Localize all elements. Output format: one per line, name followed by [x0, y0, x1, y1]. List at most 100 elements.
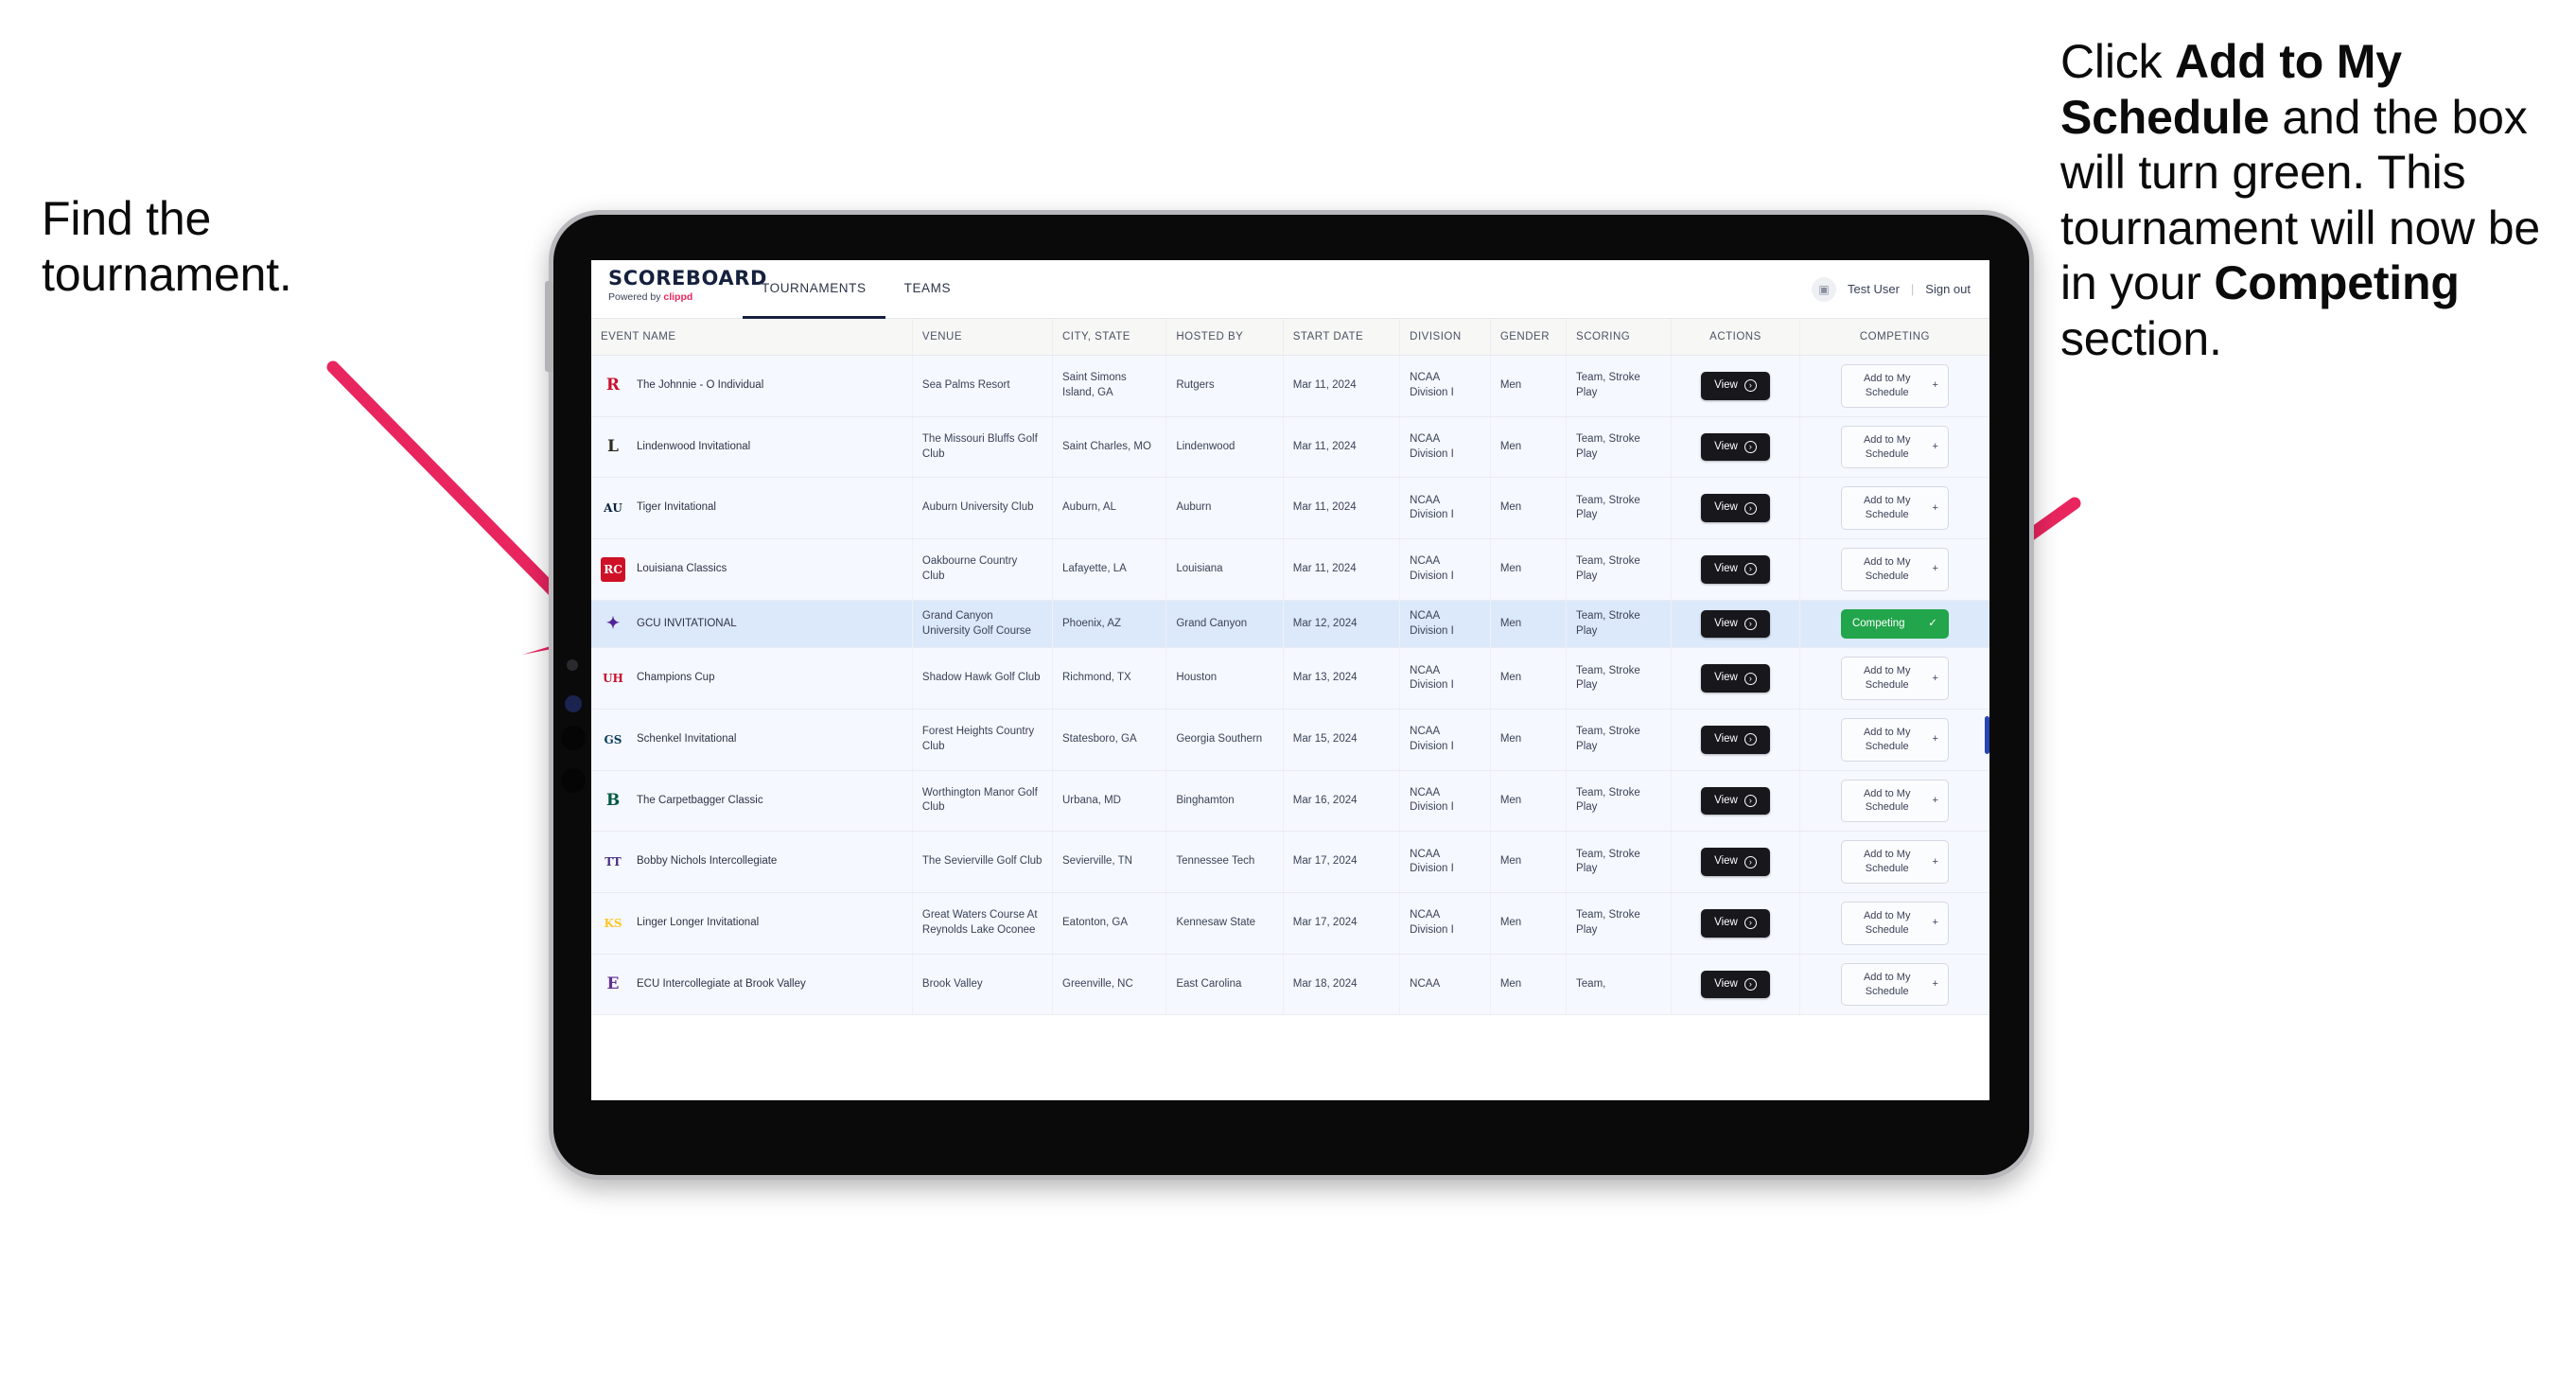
col-competing: COMPETING [1799, 319, 1989, 356]
brand-subtitle: Powered by clippd [608, 291, 743, 303]
user-avatar-icon[interactable]: ▣ [1812, 276, 1836, 302]
col-city-state[interactable]: CITY, STATE [1052, 319, 1167, 356]
col-start-date[interactable]: START DATE [1283, 319, 1401, 356]
cell-city-state: Lafayette, LA [1052, 538, 1167, 601]
view-button[interactable]: View › [1701, 970, 1770, 999]
view-button-label: View [1714, 672, 1738, 684]
add-to-my-schedule-label: Add to My Schedule [1863, 849, 1911, 875]
table-row[interactable]: RC Louisiana Classics Oakbourne Country Cl… [591, 538, 1989, 601]
cell-scoring: Team, Stroke Play [1566, 477, 1673, 540]
add-to-my-schedule-label: Add to My Schedule [1863, 433, 1911, 460]
cell-actions: View › [1671, 600, 1800, 649]
view-button[interactable]: View › [1701, 726, 1770, 754]
table-row[interactable]: L Lindenwood Invitational The Missouri Blu… [591, 416, 1989, 479]
tablet-side-button-2[interactable] [561, 768, 586, 793]
view-button[interactable]: View › [1701, 555, 1770, 584]
cell-start-date: Mar 15, 2024 [1283, 709, 1401, 771]
cell-event-name: RC Louisiana Classics [591, 538, 913, 601]
event-name-label: Bobby Nichols Intercollegiate [637, 855, 778, 868]
table-row[interactable]: R The Johnnie - O Individual Sea Palms Res… [591, 355, 1989, 417]
cell-hosted-by: Louisiana [1165, 538, 1284, 601]
cell-venue: Oakbourne Country Club [912, 538, 1054, 601]
sign-out-link[interactable]: Sign out [1925, 282, 1971, 296]
col-event-name[interactable]: EVENT NAME [591, 319, 913, 356]
add-to-my-schedule-label: Add to My Schedule [1863, 556, 1911, 582]
view-button-label: View [1714, 440, 1738, 452]
table-row[interactable]: KS Linger Longer Invitational Great Waters… [591, 892, 1989, 955]
view-button[interactable]: View › [1701, 909, 1770, 938]
table-row[interactable]: B The Carpetbagger Classic Worthington Man… [591, 770, 1989, 833]
tab-teams-label: TEAMS [903, 281, 952, 295]
add-to-my-schedule-button[interactable]: Add to My Schedule + [1840, 779, 1949, 823]
table-row[interactable]: GS Schenkel Invitational Forest Heights Co… [591, 709, 1989, 771]
add-to-my-schedule-button[interactable]: Add to My Schedule + [1840, 548, 1949, 591]
view-button[interactable]: View › [1701, 664, 1770, 693]
arrow-right-circle-icon: › [1744, 441, 1757, 454]
add-to-my-schedule-button[interactable]: Add to My Schedule + [1840, 486, 1949, 531]
add-to-my-schedule-button[interactable]: Add to My Schedule + [1840, 425, 1949, 469]
check-icon: ✓ [1928, 617, 1937, 629]
cell-hosted-by: Houston [1165, 647, 1284, 710]
add-to-my-schedule-label: Add to My Schedule [1863, 495, 1911, 521]
table-row[interactable]: UH Champions Cup Shadow Hawk Golf Club Rich… [591, 647, 1989, 710]
col-hosted-by[interactable]: HOSTED BY [1165, 319, 1284, 356]
cell-start-date: Mar 11, 2024 [1283, 355, 1401, 417]
add-to-my-schedule-button[interactable]: Add to My Schedule + [1840, 840, 1949, 885]
competing-button[interactable]: Competing ✓ [1840, 608, 1949, 640]
col-venue[interactable]: VENUE [912, 319, 1054, 356]
tablet-volume-button[interactable] [545, 281, 553, 372]
cell-competing: Add to My Schedule + [1799, 416, 1989, 479]
view-button[interactable]: View › [1701, 494, 1770, 522]
table-row[interactable]: ✦ GCU INVITATIONAL Grand Canyon University… [591, 600, 1989, 649]
cell-gender: Men [1490, 538, 1568, 601]
tab-tournaments[interactable]: TOURNAMENTS [743, 260, 885, 319]
cell-venue: Worthington Manor Golf Club [912, 770, 1054, 833]
cell-competing: Add to My Schedule + [1799, 709, 1989, 771]
add-to-my-schedule-button[interactable]: Add to My Schedule + [1840, 717, 1949, 762]
tab-teams[interactable]: TEAMS [885, 260, 971, 319]
brand-logo[interactable]: SCOREBOARD Powered by clippd [591, 260, 766, 318]
col-division[interactable]: DIVISION [1399, 319, 1491, 356]
cell-scoring: Team, Stroke Play [1566, 600, 1673, 649]
annotation-left-line2: tournament. [42, 247, 292, 301]
plus-icon: + [1932, 441, 1938, 453]
col-gender[interactable]: GENDER [1490, 319, 1568, 356]
add-to-my-schedule-button[interactable]: Add to My Schedule + [1840, 902, 1949, 945]
cell-event-name: ✦ GCU INVITATIONAL [591, 600, 913, 649]
col-scoring[interactable]: SCORING [1566, 319, 1673, 356]
table-header-row: EVENT NAME VENUE CITY, STATE HOSTED BY S… [591, 319, 1989, 356]
app-header: SCOREBOARD Powered by clippd TOURNAMENTS… [591, 260, 1989, 319]
team-logo-icon: E [606, 974, 620, 994]
view-button[interactable]: View › [1701, 432, 1770, 462]
cell-actions: View › [1671, 770, 1800, 833]
cell-gender: Men [1490, 647, 1568, 710]
tournaments-table-scroll[interactable]: EVENT NAME VENUE CITY, STATE HOSTED BY S… [591, 319, 1989, 1100]
cell-event-name: UH Champions Cup [591, 647, 913, 710]
cell-venue: Great Waters Course At Reynolds Lake Oco… [912, 892, 1054, 955]
cell-event-name: KS Linger Longer Invitational [591, 892, 913, 955]
table-row[interactable]: TT Bobby Nichols Intercollegiate The Sevie… [591, 831, 1989, 894]
table-row[interactable]: AU Tiger Invitational Auburn University Cl… [591, 477, 1989, 540]
view-button[interactable]: View › [1701, 609, 1770, 639]
view-button[interactable]: View › [1701, 786, 1770, 816]
add-to-my-schedule-label: Add to My Schedule [1863, 665, 1911, 692]
view-button[interactable]: View › [1701, 372, 1770, 400]
table-row[interactable]: E ECU Intercollegiate at Brook Valley Broo… [591, 954, 1989, 1016]
cell-hosted-by: Kennesaw State [1165, 892, 1284, 955]
cell-actions: View › [1671, 477, 1800, 540]
cell-actions: View › [1671, 709, 1800, 771]
cell-division: NCAA Division I [1399, 477, 1491, 540]
add-to-my-schedule-button[interactable]: Add to My Schedule + [1840, 657, 1949, 700]
cell-competing: Add to My Schedule + [1799, 355, 1989, 417]
header-user-area: ▣ Test User | Sign out [1812, 260, 1989, 318]
cell-division: NCAA Division I [1399, 647, 1491, 710]
cell-division: NCAA Division I [1399, 770, 1491, 833]
vertical-scrollbar-thumb[interactable] [1985, 716, 1989, 754]
team-logo-icon: R [605, 376, 621, 395]
team-logo-icon: GS [604, 732, 622, 746]
tablet-side-button-1[interactable] [561, 726, 586, 750]
add-to-my-schedule-button[interactable]: Add to My Schedule + [1840, 364, 1949, 408]
arrow-right-circle-icon: › [1744, 855, 1757, 868]
add-to-my-schedule-button[interactable]: Add to My Schedule + [1840, 962, 1949, 1007]
view-button[interactable]: View › [1701, 848, 1770, 876]
